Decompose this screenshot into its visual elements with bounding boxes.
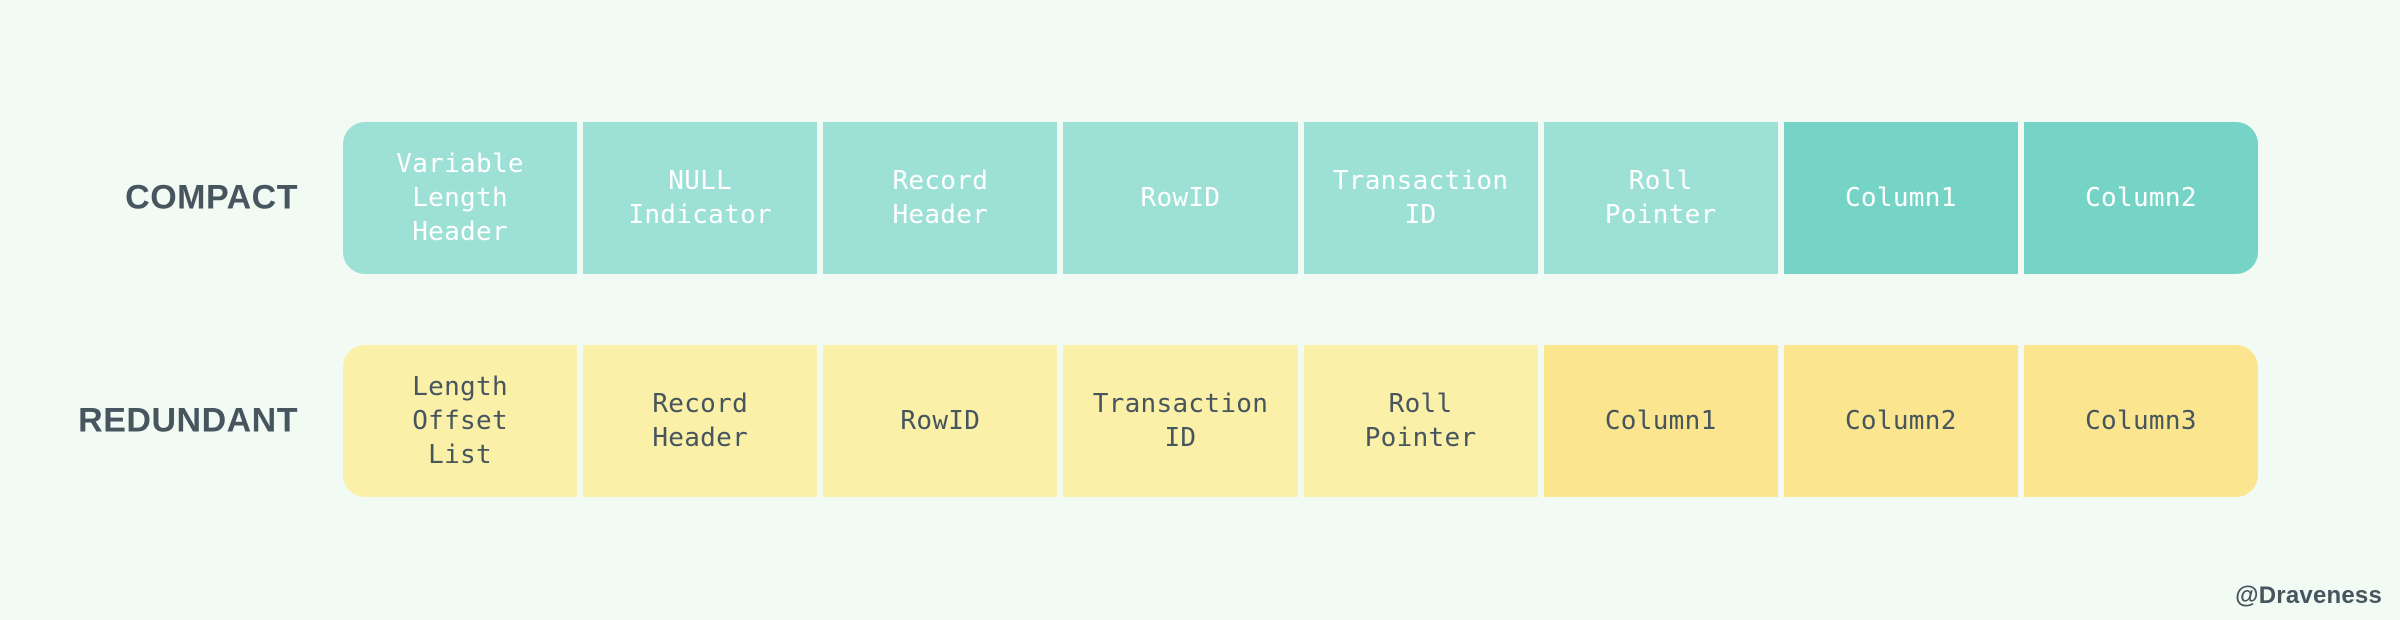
row-bar-compact: Variable Length Header NULL Indicator Re… [343, 122, 2258, 274]
row-format-diagram: COMPACT Variable Length Header NULL Indi… [0, 0, 2400, 620]
cell-column2: Column2 [2023, 122, 2258, 274]
cell-record-header: Record Header [823, 122, 1058, 274]
row-label-redundant: REDUNDANT [78, 401, 298, 440]
diagram-row-redundant: REDUNDANT Length Offset List Record Head… [0, 345, 2400, 497]
cell-null-indicator: NULL Indicator [583, 122, 818, 274]
row-label-compact: COMPACT [125, 178, 298, 217]
diagram-row-compact: COMPACT Variable Length Header NULL Indi… [0, 122, 2400, 274]
row-bar-redundant: Length Offset List Record Header RowID T… [343, 345, 2258, 497]
cell-rowid: RowID [823, 345, 1058, 497]
cell-roll-pointer: Roll Pointer [1303, 345, 1538, 497]
cell-transaction-id: Transaction ID [1303, 122, 1538, 274]
cell-rowid: RowID [1063, 122, 1298, 274]
cell-column3: Column3 [2023, 345, 2258, 497]
cell-column1: Column1 [1543, 345, 1778, 497]
cell-roll-pointer: Roll Pointer [1543, 122, 1778, 274]
watermark: @Draveness [2235, 582, 2382, 609]
cell-length-offset-list: Length Offset List [343, 345, 578, 497]
cell-variable-length-header: Variable Length Header [343, 122, 578, 274]
cell-column2: Column2 [1783, 345, 2018, 497]
cell-transaction-id: Transaction ID [1063, 345, 1298, 497]
cell-column1: Column1 [1783, 122, 2018, 274]
cell-record-header: Record Header [583, 345, 818, 497]
